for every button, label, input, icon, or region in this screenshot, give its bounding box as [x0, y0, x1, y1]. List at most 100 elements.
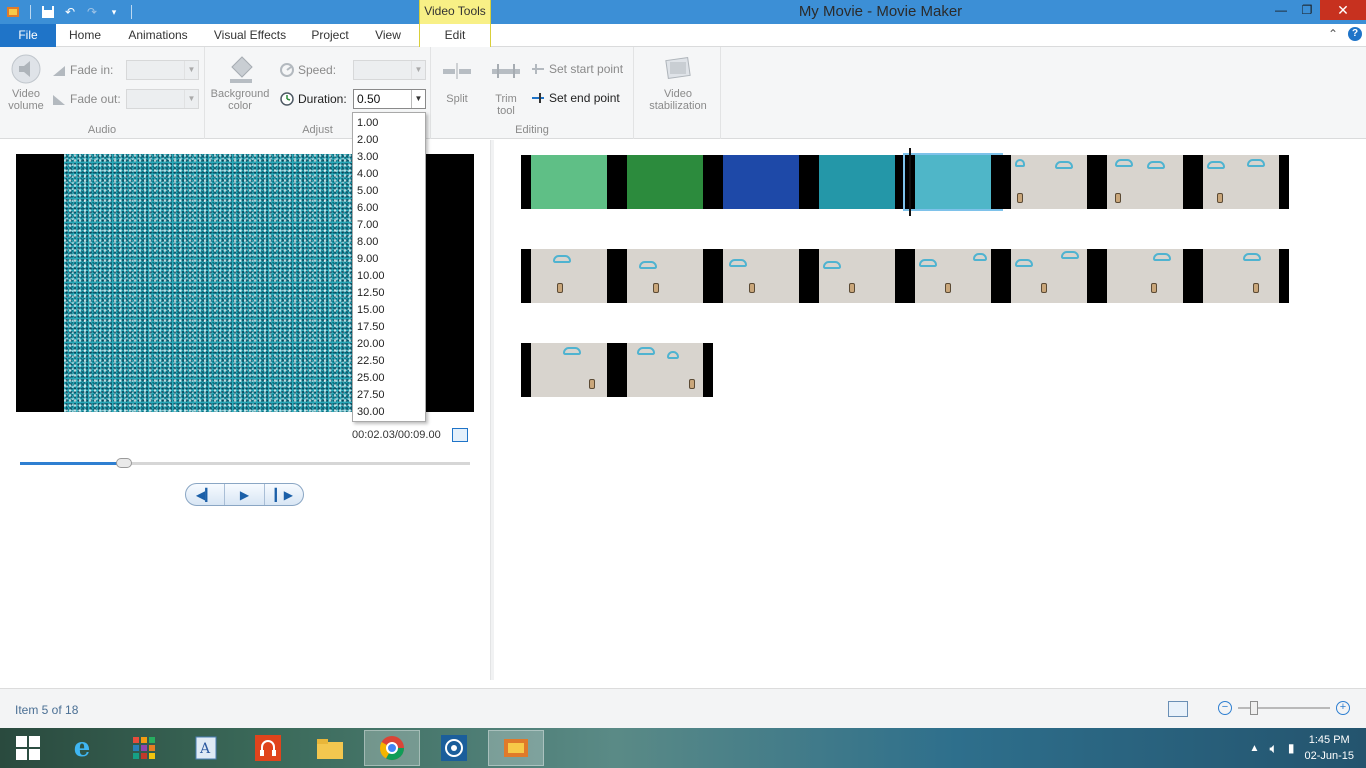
duration-option[interactable]: 12.50: [353, 285, 425, 302]
background-color-button[interactable]: Background color: [207, 53, 273, 112]
duration-option[interactable]: 20.00: [353, 336, 425, 353]
duration-option[interactable]: 17.50: [353, 319, 425, 336]
clip-thumbnail[interactable]: [1097, 249, 1193, 303]
ribbon-right-controls: ⌃ ?: [1328, 27, 1362, 41]
apps-icon[interactable]: [116, 730, 172, 766]
stabilization-label-2: stabilization: [649, 100, 707, 112]
chevron-down-icon[interactable]: ▼: [411, 90, 425, 108]
storyboard-row: [521, 153, 1289, 211]
zoom-in-icon[interactable]: +: [1336, 701, 1350, 715]
media-app-icon[interactable]: [426, 730, 482, 766]
pane-splitter[interactable]: [490, 140, 494, 680]
duration-option[interactable]: 15.00: [353, 302, 425, 319]
tab-file[interactable]: File: [0, 24, 56, 47]
clip-thumbnail[interactable]: [905, 249, 1001, 303]
duration-option[interactable]: 27.50: [353, 387, 425, 404]
duration-option[interactable]: 22.50: [353, 353, 425, 370]
fade-out-dropdown[interactable]: ▼: [126, 89, 199, 109]
clip-thumbnail[interactable]: [809, 249, 905, 303]
clip-thumbnail[interactable]: [1193, 155, 1289, 209]
volume-icon[interactable]: 🔈︎: [1269, 740, 1277, 757]
chrome-icon[interactable]: [364, 730, 420, 766]
start-button[interactable]: [0, 730, 56, 766]
help-icon[interactable]: ?: [1348, 27, 1362, 41]
clip-thumbnail[interactable]: [521, 343, 617, 397]
close-button[interactable]: ✕: [1320, 0, 1366, 20]
internet-explorer-icon[interactable]: e: [54, 730, 110, 766]
duration-option[interactable]: 3.00: [353, 149, 425, 166]
clip-thumbnail[interactable]: [713, 155, 809, 209]
duration-option[interactable]: 4.00: [353, 166, 425, 183]
clip-thumbnail[interactable]: [809, 155, 905, 209]
tab-visual-effects[interactable]: Visual Effects: [206, 24, 294, 47]
chevron-down-icon: ▼: [184, 61, 198, 79]
duration-option[interactable]: 6.00: [353, 200, 425, 217]
zoom-out-icon[interactable]: −: [1218, 701, 1232, 715]
clip-thumbnail-selected[interactable]: [903, 153, 1003, 211]
duration-option[interactable]: 2.00: [353, 132, 425, 149]
set-end-point-button[interactable]: Set end point: [531, 91, 620, 105]
duration-control: Duration: 0.50 ▼: [280, 89, 426, 109]
clip-thumbnail[interactable]: [1193, 249, 1289, 303]
clip-thumbnail[interactable]: [713, 249, 809, 303]
tab-animations[interactable]: Animations: [118, 24, 198, 47]
tab-edit[interactable]: Edit: [419, 24, 491, 48]
duration-option[interactable]: 25.00: [353, 370, 425, 387]
next-frame-button[interactable]: ▎▶: [265, 484, 303, 505]
clip-thumbnail[interactable]: [1001, 155, 1097, 209]
split-icon: [443, 63, 471, 79]
movie-maker-icon[interactable]: [488, 730, 544, 766]
duration-option[interactable]: 30.00: [353, 404, 425, 421]
thumbnail-size-icon[interactable]: [1168, 701, 1188, 717]
speed-dropdown[interactable]: ▼: [353, 60, 426, 80]
clock[interactable]: 1:45 PM 02-Jun-15: [1304, 732, 1354, 764]
previous-frame-button[interactable]: ◀▎: [186, 484, 226, 505]
show-hidden-icons-icon[interactable]: ▲: [1250, 743, 1260, 754]
video-volume-button[interactable]: Video volume: [6, 53, 46, 112]
tab-home[interactable]: Home: [56, 24, 114, 47]
set-start-point-label: Set start point: [549, 62, 624, 76]
video-volume-label-1: Video: [12, 88, 40, 100]
clip-thumbnail[interactable]: [521, 249, 617, 303]
minimize-button[interactable]: —: [1268, 0, 1294, 20]
play-button[interactable]: ▶: [225, 484, 265, 505]
clip-thumbnail[interactable]: [1097, 155, 1193, 209]
seek-bar-thumb[interactable]: [115, 458, 132, 468]
fade-in-dropdown[interactable]: ▼: [126, 60, 199, 80]
clip-thumbnail[interactable]: [617, 343, 713, 397]
clip-thumbnail[interactable]: [521, 155, 617, 209]
zoom-slider-thumb[interactable]: [1250, 701, 1258, 715]
duration-option[interactable]: 10.00: [353, 268, 425, 285]
set-start-point-button[interactable]: Set start point: [531, 62, 623, 76]
wordpad-icon[interactable]: A: [178, 730, 234, 766]
audio-group: Video volume Fade in: ▼ Fade out: ▼ Audi…: [0, 47, 205, 139]
music-icon[interactable]: [240, 730, 296, 766]
network-icon[interactable]: ▮: [1288, 741, 1295, 755]
popout-preview-icon[interactable]: [452, 428, 468, 442]
system-tray: ▲ 🔈︎ ▮ 1:45 PM 02-Jun-15: [1250, 732, 1354, 764]
playhead[interactable]: [909, 148, 911, 216]
tab-view[interactable]: View: [364, 24, 412, 47]
trim-tool-button[interactable]: Trim tool: [487, 61, 525, 117]
video-stabilization-button[interactable]: Video stabilization: [638, 53, 718, 112]
clip-thumbnail[interactable]: [617, 249, 713, 303]
file-explorer-icon[interactable]: [302, 730, 358, 766]
collapse-ribbon-icon[interactable]: ⌃: [1328, 27, 1338, 41]
duration-option[interactable]: 5.00: [353, 183, 425, 200]
status-bar: Item 5 of 18 − +: [0, 688, 1366, 728]
tab-project[interactable]: Project: [302, 24, 358, 47]
duration-option[interactable]: 1.00: [353, 115, 425, 132]
split-button[interactable]: Split: [439, 61, 475, 105]
duration-option[interactable]: 8.00: [353, 234, 425, 251]
duration-option[interactable]: 9.00: [353, 251, 425, 268]
duration-option[interactable]: 7.00: [353, 217, 425, 234]
duration-dropdown[interactable]: 0.50 ▼: [353, 89, 426, 109]
seek-bar[interactable]: [20, 458, 470, 468]
clip-thumbnail[interactable]: [617, 155, 713, 209]
zoom-slider[interactable]: [1238, 701, 1330, 715]
audio-group-label: Audio: [87, 124, 117, 136]
clip-thumbnail[interactable]: [1001, 249, 1097, 303]
background-color-label-2: color: [228, 100, 252, 112]
duration-value[interactable]: 0.50: [357, 92, 380, 106]
maximize-button[interactable]: ❐: [1294, 0, 1320, 20]
